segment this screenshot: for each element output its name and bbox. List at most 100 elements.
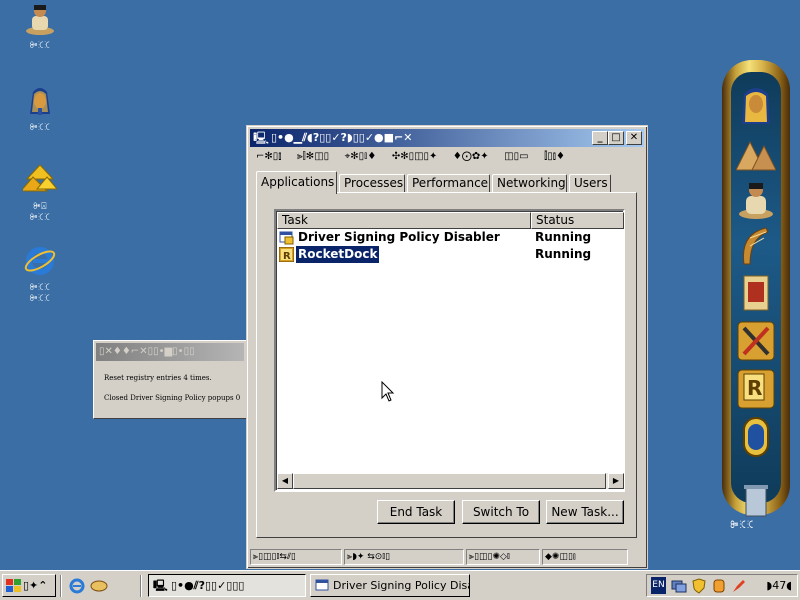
status-memory: ◆✺◫▯⫾ — [542, 549, 628, 565]
column-header-status[interactable]: Status — [531, 212, 624, 229]
taskbar-button-task-manager[interactable]: 🖳 ▯•●⫽?▯▯✓▯▯▯ — [148, 574, 306, 597]
security-icon[interactable] — [711, 578, 727, 594]
taskbar-button-label: ▯•●⫽?▯▯✓▯▯▯ — [171, 579, 245, 592]
end-task-label: End Task — [389, 505, 443, 519]
scroll-thumb[interactable] — [293, 473, 606, 489]
menu-windows[interactable]: ✣✻▯◫▯✦ — [386, 148, 444, 166]
computer-icon: 🖳 — [153, 579, 168, 592]
book-icon[interactable] — [736, 272, 776, 314]
desktop-icon-ie[interactable]: ꔼꕿꕿ ꔼꕿꕿ — [8, 244, 72, 305]
desktop-icon-pharaoh[interactable]: ꔼꕿꕿ — [8, 84, 72, 134]
desktop-icon-scribe[interactable]: ꔼꕿꕿ — [8, 2, 72, 52]
task-name: RocketDock — [294, 245, 381, 264]
status-processes: ⫸▯◫▯⫾⇆⫽▯ — [250, 549, 342, 565]
status-cpu: ⫸◗✦ ⇆⊙⫾▯ — [344, 549, 464, 565]
recycle-bin-icon[interactable] — [736, 480, 776, 522]
start-label: ▯✦⌃ — [23, 579, 48, 592]
tab-applications[interactable]: Applications — [256, 171, 337, 194]
network-icon[interactable] — [671, 578, 687, 594]
taskbar-button-label: Driver Signing Policy Disa... — [333, 579, 470, 592]
desktop-icon-label: ꔼꕿꕿ — [29, 41, 51, 51]
desktop-icon-label-2: ꔼꕿꕿ — [29, 213, 51, 223]
svg-text:R: R — [283, 251, 291, 262]
tab-networking[interactable]: Networking — [492, 174, 567, 193]
system-tray: EN ◗47◖ — [646, 574, 798, 597]
seated-scribe-icon — [26, 5, 54, 35]
tab-performance[interactable]: Performance — [407, 174, 490, 193]
window-title: ▯•●▁⫽◖?▯▯✓?◗▯▯✓●■⌐✕ — [271, 131, 413, 144]
maximize-button[interactable]: □ — [608, 131, 624, 145]
desktop-icon-label: ꔼꕿꕿ — [29, 123, 51, 133]
pyramids-icon[interactable] — [736, 132, 776, 174]
table-row[interactable]: Driver Signing Policy Disabler Running — [277, 229, 624, 246]
applications-panel: Task Status Driver Signing Policy Disabl… — [256, 192, 637, 538]
dock-item-label: ꔼꕿꕿ — [730, 520, 755, 531]
list-header: Task Status — [277, 212, 624, 229]
rocketdock-settings-icon[interactable]: R — [736, 368, 776, 410]
desktop-icon-network[interactable]: ꔼ⍓ ꔼꕿꕿ — [8, 163, 72, 224]
task-status: Running — [535, 247, 592, 261]
taskbar: ▯✦⌃ 🖳 ▯•●⫽?▯▯✓▯▯▯ Driver Signing Policy … — [0, 570, 800, 600]
shield-icon[interactable] — [691, 578, 707, 594]
internet-explorer-icon — [24, 247, 56, 275]
menu-bar: ⌐✻▯⫾ ⫸⫿✻◫▯ ⌖✻▯⫾♦ ✣✻▯◫▯✦ ♦⨀✿✦ ◫▯▭ ⫿▯⫾♦ — [250, 148, 644, 166]
menu-file[interactable]: ⌐✻▯⫾ — [250, 148, 287, 166]
computer-icon: 🖳 — [253, 131, 270, 145]
pharaoh-mask-icon — [30, 88, 50, 115]
show-desktop-icon[interactable] — [90, 577, 108, 595]
new-task-label: New Task... — [551, 505, 619, 519]
task-status: Running — [535, 230, 592, 244]
menu-view[interactable]: ⌖✻▯⫾♦ — [339, 148, 383, 166]
clock[interactable]: ◗47◖ — [766, 575, 792, 596]
internet-explorer-icon[interactable] — [68, 577, 86, 595]
menu-options[interactable]: ⫸⫿✻◫▯ — [291, 148, 335, 166]
title-bar[interactable]: 🖳 ▯•●▁⫽◖?▯▯✓?◗▯▯✓●■⌐✕ _ □ ✕ — [250, 129, 644, 147]
status-commit: ⫸▯◫▯✺◇⫾ — [466, 549, 540, 565]
switch-to-label: Switch To — [472, 505, 530, 519]
horizontal-scrollbar[interactable]: ◀ ▶ — [277, 473, 624, 489]
taskbar-button-driver-signing[interactable]: Driver Signing Policy Disa... — [310, 574, 470, 597]
log-line: Closed Driver Signing Policy popups 0 — [104, 394, 241, 402]
status-bar: ⫸▯◫▯⫾⇆⫽▯ ⫸◗✦ ⇆⊙⫾▯ ⫸▯◫▯✺◇⫾ ◆✺◫▯⫾ — [250, 547, 644, 566]
end-task-button[interactable]: End Task — [377, 500, 455, 524]
background-window[interactable]: ▯✕♦♦⌐✕▯▯•▆▯•▯▯ Reset registry entries 4 … — [93, 340, 247, 419]
tools-icon[interactable] — [736, 320, 776, 362]
background-window-body: Reset registry entries 4 times. Closed D… — [94, 363, 246, 403]
switch-to-button[interactable]: Switch To — [462, 500, 540, 524]
menu-extra[interactable]: ⫿▯⫾♦ — [538, 148, 571, 166]
mouse-cursor — [381, 381, 395, 402]
task-manager-window[interactable]: 🖳 ▯•●▁⫽◖?▯▯✓?◗▯▯✓●■⌐✕ _ □ ✕ ⌐✻▯⫾ ⫸⫿✻◫▯ ⌖… — [246, 125, 648, 569]
minimize-button[interactable]: _ — [592, 131, 608, 145]
desktop-icon-label-2: ꔼꕿꕿ — [29, 294, 51, 304]
windows-logo-icon — [6, 579, 21, 592]
start-button[interactable]: ▯✦⌃ — [2, 574, 56, 597]
new-task-button[interactable]: New Task... — [546, 500, 624, 524]
rocketdock-tray-icon[interactable] — [731, 578, 747, 594]
taskbar-separator — [140, 575, 142, 597]
application-icon — [279, 231, 294, 245]
seated-scribe-icon[interactable] — [736, 178, 776, 220]
log-line: Reset registry entries 4 times. — [104, 374, 212, 382]
rocketdock: R — [722, 60, 790, 517]
pharaoh-mask-icon[interactable] — [736, 84, 776, 126]
column-header-task[interactable]: Task — [277, 212, 531, 229]
scroll-right-button[interactable]: ▶ — [608, 473, 624, 489]
table-row[interactable]: R RocketDock Running — [277, 245, 624, 264]
close-button[interactable]: ✕ — [626, 131, 642, 145]
background-window-title[interactable]: ▯✕♦♦⌐✕▯▯•▆▯•▯▯ — [96, 343, 244, 361]
application-icon — [315, 579, 329, 591]
language-indicator[interactable]: EN — [651, 577, 666, 594]
harp-icon[interactable] — [736, 224, 776, 266]
desktop-icon-label: ꔼ⍓ — [32, 202, 48, 212]
menu-help[interactable]: ◫▯▭ — [498, 148, 534, 166]
rocketdock-icon: R — [279, 247, 294, 262]
task-list[interactable]: Task Status Driver Signing Policy Disabl… — [274, 209, 625, 492]
cartouche-icon[interactable] — [736, 416, 776, 458]
task-name: Driver Signing Policy Disabler — [298, 230, 500, 244]
scroll-left-button[interactable]: ◀ — [277, 473, 293, 489]
tab-users[interactable]: Users — [569, 174, 611, 193]
network-pyramid-icon — [19, 164, 59, 192]
menu-shutdown[interactable]: ♦⨀✿✦ — [447, 148, 495, 166]
svg-text:R: R — [747, 376, 762, 400]
tab-processes[interactable]: Processes — [339, 174, 405, 193]
